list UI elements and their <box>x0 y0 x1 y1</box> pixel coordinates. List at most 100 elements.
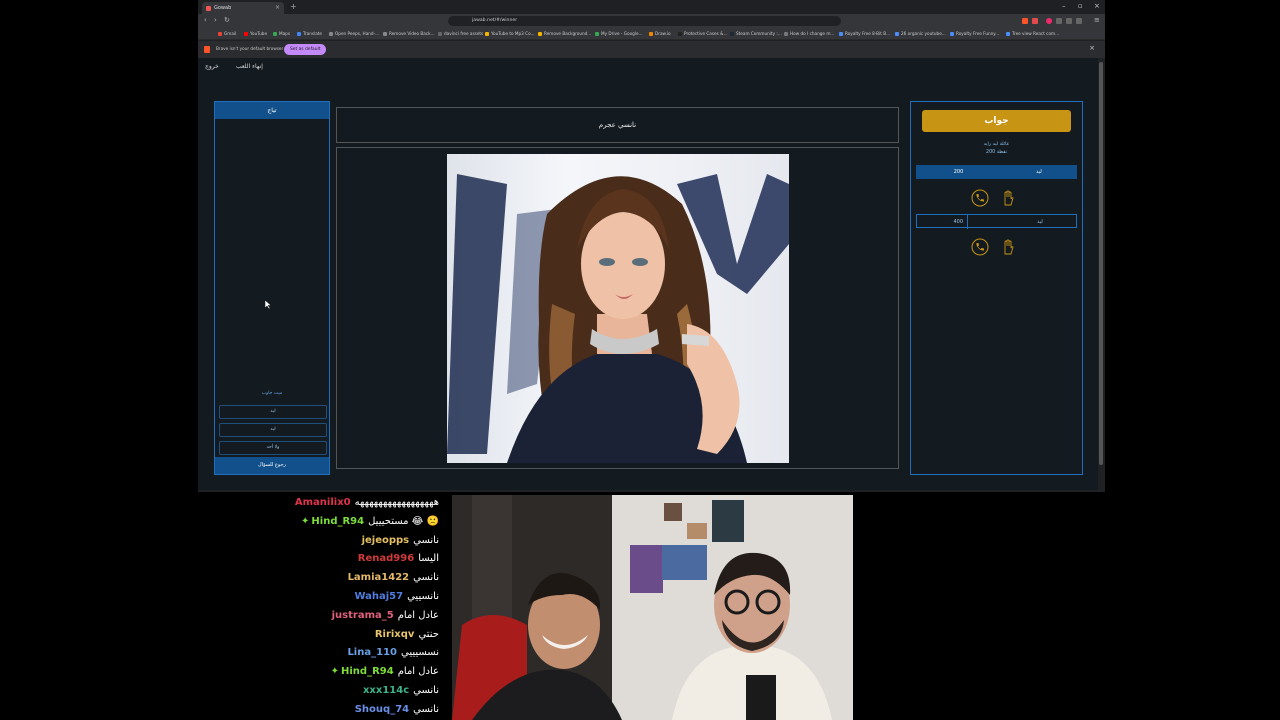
forward-icon[interactable]: › <box>214 16 217 24</box>
bookmark-label: Draw.io <box>655 31 671 36</box>
chat-text: عادل امام <box>397 609 439 621</box>
chat-username[interactable]: Lamia1422 <box>348 572 410 583</box>
team-button-1[interactable]: ليد <box>219 405 327 419</box>
bookmark-item[interactable]: Gmail <box>218 29 236 39</box>
chat-message: Shouq_74 نانسي <box>355 701 439 719</box>
chat-text: نانسي <box>413 685 439 696</box>
bookmark-favicon-icon <box>297 32 301 36</box>
chat-username[interactable]: Lina_110 <box>347 647 397 658</box>
bookmark-item[interactable]: Protective Cases &... <box>678 29 727 39</box>
bookmark-item[interactable]: Royalty Free Funny... <box>950 29 999 39</box>
infobar-close-icon[interactable]: × <box>1089 44 1095 52</box>
tab-strip: Gowab × + – ▫ × <box>198 0 1105 14</box>
menu-icon[interactable]: ≡ <box>1094 16 1100 24</box>
answer-header: تياج <box>215 102 329 119</box>
bookmark-item[interactable]: Open Peeps, Hand-... <box>329 29 379 39</box>
bookmark-item[interactable]: My Drive - Google... <box>595 29 643 39</box>
chat-username[interactable]: Hind_R94 <box>311 516 364 527</box>
new-tab-icon[interactable]: + <box>290 2 297 11</box>
chat-username[interactable]: Hind_R94 <box>341 666 394 677</box>
hand-icon[interactable] <box>999 238 1017 256</box>
chat-text: نسسيييي <box>400 647 439 659</box>
bookmark-item[interactable]: Tree view React com... <box>1006 29 1059 39</box>
default-browser-infobar: Brave isn't your default browser Set as … <box>198 41 1105 58</box>
bookmark-item[interactable]: davinci free assets <box>438 29 483 39</box>
chat-username[interactable]: jejeopps <box>362 535 410 546</box>
team-name: عائلة ليد رايد <box>983 142 1010 147</box>
tab-title: Gowab <box>214 5 232 11</box>
bookmark-favicon-icon <box>329 32 333 36</box>
end-game-link[interactable]: إنهاء اللعب <box>236 63 263 70</box>
chat-username[interactable]: Ririxqv <box>375 629 415 640</box>
minimize-icon[interactable]: – <box>1062 2 1066 10</box>
back-to-question-button[interactable]: رجوع للسؤال <box>215 457 329 474</box>
page-content: خروج إنهاء اللعب تياج ميت جاوب ليد ليد و… <box>198 58 1098 490</box>
chat-text: نانسي <box>413 572 439 584</box>
bookmark-item[interactable]: Translate <box>297 29 322 39</box>
chat-username[interactable]: xxx114c <box>363 685 409 696</box>
sidebar-icon[interactable] <box>1066 18 1072 24</box>
bookmark-favicon-icon <box>218 32 222 36</box>
chat-message: jejeopps نانسي <box>362 532 439 550</box>
chat-username[interactable]: Wahaj57 <box>354 591 403 602</box>
bookmark-favicon-icon <box>1006 32 1010 36</box>
chat-username[interactable]: justrama_5 <box>332 610 394 621</box>
phone-icon[interactable] <box>971 238 989 256</box>
bookmark-item[interactable]: Steam Community :... <box>730 29 782 39</box>
bookmark-item[interactable]: 26 organic youtube... <box>895 29 946 39</box>
extension-icon[interactable] <box>1046 18 1052 24</box>
bookmark-item[interactable]: Draw.io <box>649 29 671 39</box>
back-icon[interactable]: ‹ <box>204 16 207 24</box>
set-default-button[interactable]: Set as default <box>284 44 327 55</box>
chat-username[interactable]: Shouq_74 <box>355 704 409 715</box>
bookmark-item[interactable]: Remove Background... <box>538 29 591 39</box>
bookmark-label: My Drive - Google... <box>601 31 643 36</box>
bookmark-item[interactable]: Royalty Free 8-Bit B... <box>839 29 890 39</box>
bookmark-label: How do I change m... <box>790 31 835 36</box>
bookmark-label: Royalty Free 8-Bit B... <box>845 31 891 36</box>
extensions-icon[interactable] <box>1056 18 1062 24</box>
chat-text: عادل امام <box>397 666 439 678</box>
team-points: 200 نقطة <box>986 150 1007 155</box>
chat-message: xxx114c نانسي <box>363 682 439 700</box>
hand-icon[interactable] <box>999 189 1017 207</box>
bookmark-favicon-icon <box>649 32 653 36</box>
bookmark-item[interactable]: Maps <box>273 29 290 39</box>
brave-logo-icon <box>204 46 210 53</box>
chat-message: Amanilix0 هههههههههههههههههه <box>295 494 439 512</box>
bookmark-favicon-icon <box>950 32 954 36</box>
chat-text: حنتي <box>418 628 439 640</box>
maximize-icon[interactable]: ▫ <box>1078 2 1083 10</box>
address-bar[interactable]: jawab.net/#/winner <box>448 16 841 26</box>
score-value: 400 <box>917 215 968 229</box>
bookmark-item[interactable]: YouTube to Mp3 Co... <box>485 29 535 39</box>
browser-tab[interactable]: Gowab × <box>202 2 284 14</box>
team-button-2[interactable]: ليد <box>219 423 327 437</box>
brave-rewards-icon[interactable] <box>1032 18 1038 24</box>
bookmark-favicon-icon <box>485 32 489 36</box>
page-scrollbar[interactable] <box>1099 62 1103 465</box>
nobody-button[interactable]: ولا أحد <box>219 441 327 455</box>
chat-username[interactable]: Renad996 <box>358 553 414 564</box>
bookmark-favicon-icon <box>784 32 788 36</box>
bookmark-item[interactable]: Remove Video Back... <box>383 29 435 39</box>
close-window-icon[interactable]: × <box>1094 2 1100 10</box>
bookmark-item[interactable]: YouTube <box>244 29 267 39</box>
chat-badge-icon: ✦ <box>301 515 310 527</box>
tab-close-icon[interactable]: × <box>275 2 280 14</box>
bookmark-favicon-icon <box>538 32 542 36</box>
downloads-icon[interactable] <box>1076 18 1082 24</box>
phone-icon[interactable] <box>971 189 989 207</box>
chat-username[interactable]: Amanilix0 <box>295 497 351 508</box>
bookmark-label: Tree view React com... <box>1012 31 1060 36</box>
mouse-cursor-icon <box>265 300 271 309</box>
reload-icon[interactable]: ↻ <box>224 16 230 24</box>
exit-link[interactable]: خروج <box>205 63 219 70</box>
bookmark-label: davinci free assets <box>444 31 484 36</box>
game-logo: جواب <box>922 110 1071 132</box>
chat-message: ✦ Hind_R94 عادل امام <box>331 663 439 681</box>
bookmark-favicon-icon <box>244 32 248 36</box>
bookmark-favicon-icon <box>273 32 277 36</box>
bookmark-item[interactable]: How do I change m... <box>784 29 834 39</box>
chat-text: نانسييي <box>407 591 439 602</box>
